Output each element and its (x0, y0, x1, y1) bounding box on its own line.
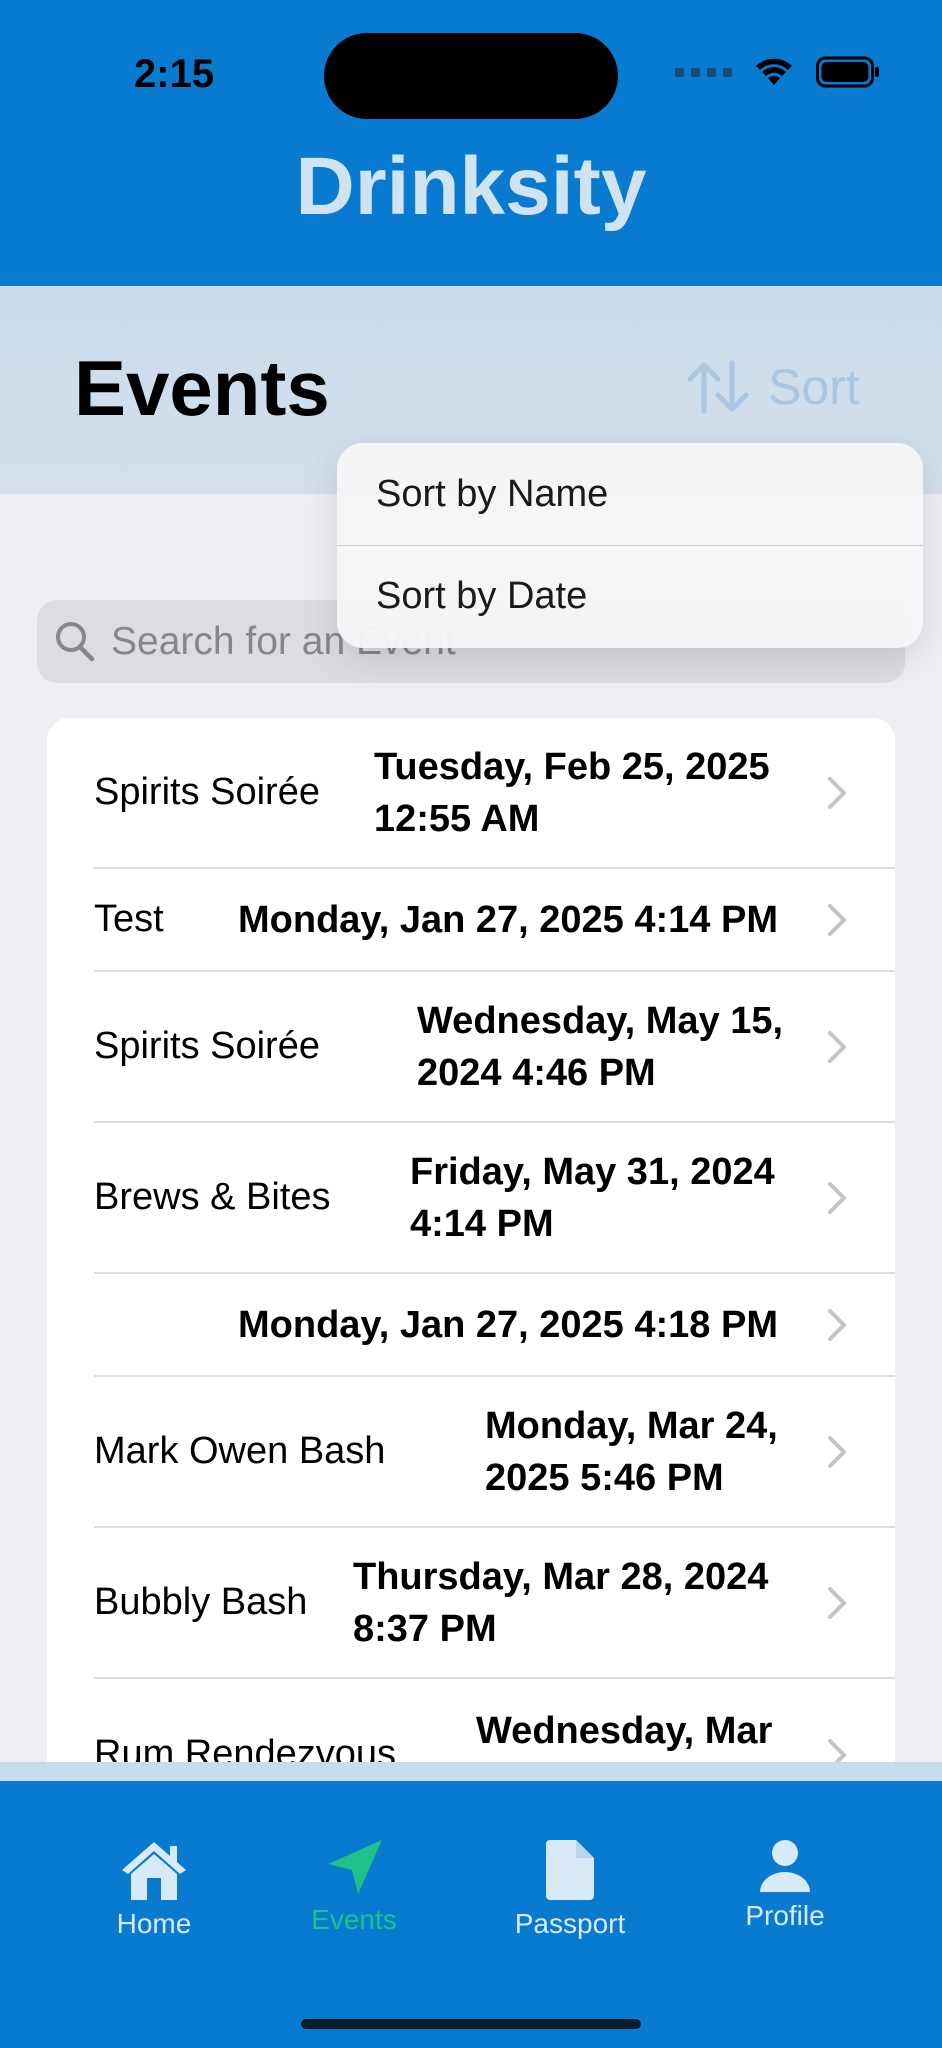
event-row[interactable]: Monday, Jan 27, 2025 4:18 PM (94, 1274, 895, 1377)
event-date: Monday, Jan 27, 2025 4:18 PM (238, 1303, 778, 1346)
event-date: Friday, May 31, 2024 4:14 PM (410, 1150, 775, 1245)
event-row[interactable]: Mark Owen Bash Monday, Mar 24, 2025 5:46… (94, 1377, 895, 1528)
house-icon (122, 1842, 186, 1900)
person-icon (760, 1840, 810, 1892)
event-name: Spirits Soirée (94, 1025, 320, 1067)
status-time: 2:15 (134, 52, 215, 96)
location-arrow-icon (328, 1840, 382, 1894)
sort-by-date-option[interactable]: Sort by Date (337, 545, 923, 647)
battery-icon (816, 56, 879, 88)
tab-passport-label: Passport (514, 1908, 626, 1939)
tab-profile-label: Profile (745, 1900, 825, 1931)
chevron-right-icon (828, 1435, 846, 1468)
chevron-right-icon (828, 1586, 846, 1619)
chevron-right-icon (828, 903, 846, 936)
event-date: Thursday, Mar 28, 2024 8:37 PM (353, 1555, 769, 1650)
search-icon (56, 621, 95, 661)
event-row[interactable]: Spirits Soirée Wednesday, May 15, 2024 4… (94, 972, 895, 1123)
event-row[interactable]: Rum Rendezvous Wednesday, Mar (94, 1679, 895, 1768)
event-name: Rum Rendezvous (94, 1733, 397, 1768)
event-name: Brews & Bites (94, 1176, 331, 1218)
chevron-right-icon (828, 776, 846, 809)
cellular-icon (675, 67, 732, 77)
event-date: Tuesday, Feb 25, 2025 12:55 AM (374, 745, 770, 840)
event-name: Spirits Soirée (94, 771, 320, 813)
event-name: Test (94, 898, 164, 940)
home-indicator (301, 2019, 641, 2029)
event-date: Wednesday, May 15, 2024 4:46 PM (417, 999, 784, 1094)
tab-bar: Home Events Passport Profile (0, 1781, 942, 2048)
event-row[interactable]: Spirits Soirée Tuesday, Feb 25, 2025 12:… (94, 718, 895, 869)
app-title: Drinksity (295, 141, 647, 232)
dynamic-island (324, 33, 618, 119)
sort-by-name-option[interactable]: Sort by Name (337, 443, 923, 545)
sort-button[interactable]: Sort (686, 358, 860, 416)
sort-arrows-icon (687, 360, 749, 414)
top-bar: 2:15 Drinksity (0, 0, 942, 286)
tab-home-label: Home (116, 1908, 192, 1939)
event-row[interactable]: Test Monday, Jan 27, 2025 4:14 PM (94, 869, 895, 972)
chevron-right-icon (828, 1030, 846, 1063)
event-date: Wednesday, Mar (476, 1710, 773, 1752)
chevron-right-icon (828, 1181, 846, 1214)
event-row[interactable]: Bubbly Bash Thursday, Mar 28, 2024 8:37 … (94, 1528, 895, 1679)
tab-home[interactable]: Home (74, 1838, 234, 1940)
sort-menu: Sort by Name Sort by Date (337, 443, 923, 648)
tab-passport[interactable]: Passport (490, 1838, 650, 1940)
events-list[interactable]: Spirits Soirée Tuesday, Feb 25, 2025 12:… (47, 718, 895, 1768)
event-date: Monday, Jan 27, 2025 4:14 PM (238, 898, 778, 941)
tab-profile[interactable]: Profile (705, 1838, 865, 1932)
wifi-icon (756, 58, 792, 85)
event-name: Mark Owen Bash (94, 1430, 386, 1472)
chevron-right-icon (828, 1308, 846, 1341)
event-date: Monday, Mar 24, 2025 5:46 PM (485, 1404, 778, 1499)
tab-bar-divider (0, 1762, 942, 1782)
status-icons (675, 56, 880, 88)
event-name: Bubbly Bash (94, 1581, 308, 1623)
event-row[interactable]: Brews & Bites Friday, May 31, 2024 4:14 … (94, 1123, 895, 1274)
page-title: Events (74, 344, 330, 432)
sort-label: Sort (768, 359, 860, 415)
tab-events-label: Events (311, 1904, 397, 1935)
document-icon (546, 1840, 594, 1900)
tab-events[interactable]: Events (274, 1838, 434, 1936)
